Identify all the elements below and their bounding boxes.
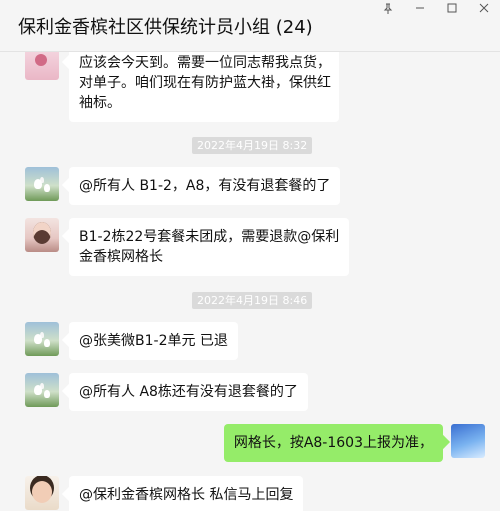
window-controls (372, 0, 500, 16)
self-avatar[interactable] (451, 424, 485, 458)
message-bubble[interactable]: 应该会今天到。需要一位同志帮我点货， 对单子。咱们现在有防护蓝大褂，保供红 袖标… (69, 52, 339, 122)
sender-avatar[interactable] (25, 373, 59, 407)
message-line: 网格长，按A8-1603上报为准， (233, 435, 433, 451)
message-line: 对单子。咱们现在有防护蓝大褂，保供红 (79, 75, 331, 91)
message-line: 应该会今天到。需要一位同志帮我点货， (79, 55, 331, 71)
message-line: B1-2栋22号套餐未团成，需要退款@保利 (79, 229, 340, 245)
message-bubble[interactable]: @保利金香槟网格长 私信马上回复 (69, 476, 304, 511)
pin-icon[interactable] (372, 0, 404, 16)
sender-avatar[interactable] (25, 322, 59, 356)
maximize-icon[interactable] (436, 0, 468, 16)
message-line: @保利金香槟网格长 私信马上回复 (79, 487, 294, 503)
message-list[interactable]: 应该会今天到。需要一位同志帮我点货， 对单子。咱们现在有防护蓝大褂，保供红 袖标… (0, 52, 500, 511)
chat-title: 保利金香槟社区供保统计员小组 (24) (18, 17, 313, 38)
message-line: @所有人 A8栋还有没有退套餐的了 (79, 384, 298, 400)
message-line: 金香槟网格长 (79, 249, 163, 265)
message-bubble[interactable]: @所有人 A8栋还有没有退套餐的了 (69, 373, 308, 411)
message-line: 袖标。 (79, 95, 121, 111)
message-line: @张美微B1-2单元 已退 (79, 333, 228, 349)
message-bubble[interactable]: @张美微B1-2单元 已退 (69, 322, 238, 360)
message-timestamp: 2022年4月19日 8:46 (192, 292, 313, 309)
message-line: @所有人 B1-2，A8，有没有退套餐的了 (79, 178, 331, 194)
close-icon[interactable] (468, 0, 500, 16)
title-bar: 保利金香槟社区供保统计员小组 (24) (0, 0, 500, 52)
sender-avatar[interactable] (25, 167, 59, 201)
message-timestamp: 2022年4月19日 8:32 (192, 137, 313, 154)
sender-avatar[interactable] (25, 218, 59, 252)
sender-avatar[interactable] (25, 476, 59, 510)
minimize-icon[interactable] (404, 0, 436, 16)
message-bubble-self[interactable]: 网格长，按A8-1603上报为准， (223, 424, 443, 462)
message-bubble[interactable]: B1-2栋22号套餐未团成，需要退款@保利 金香槟网格长 (69, 218, 350, 276)
message-bubble[interactable]: @所有人 B1-2，A8，有没有退套餐的了 (69, 167, 341, 205)
sender-avatar[interactable] (25, 52, 59, 80)
